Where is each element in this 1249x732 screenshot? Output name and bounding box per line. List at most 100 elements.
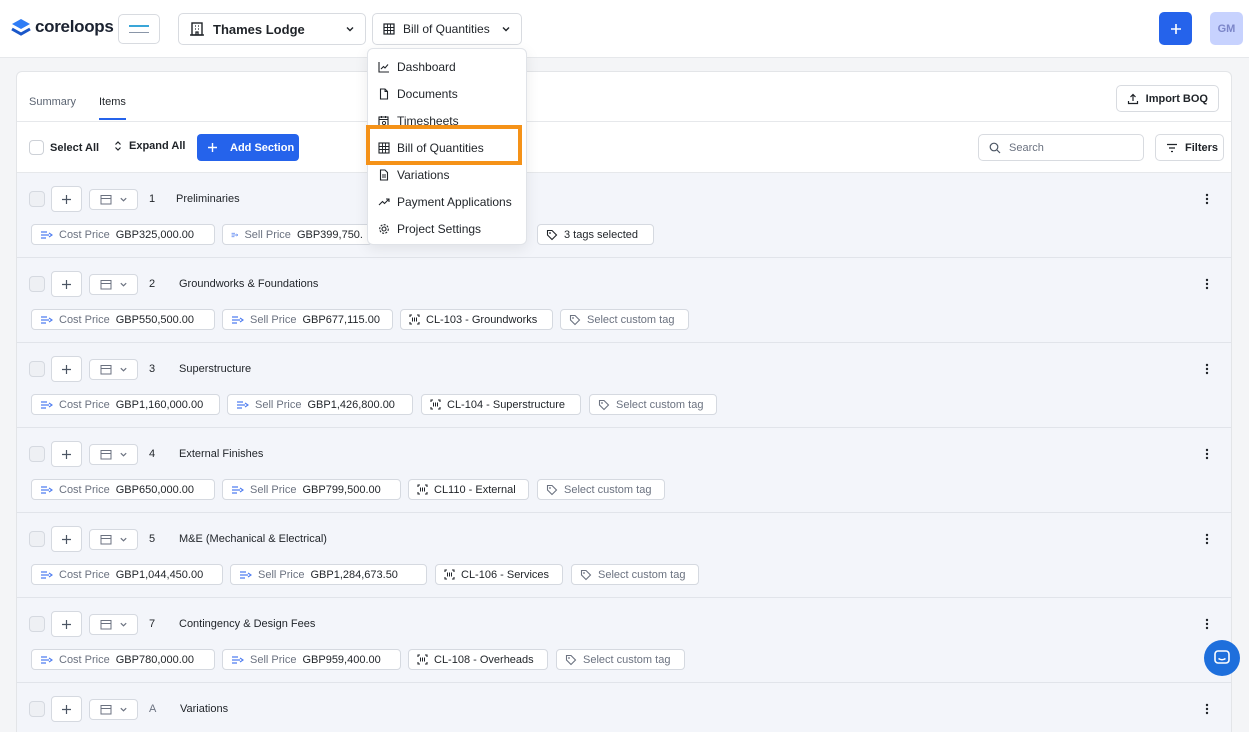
section-number: 7 xyxy=(149,618,156,630)
expand-all-button[interactable]: Expand All xyxy=(113,140,185,152)
import-boq-button[interactable]: Import BOQ xyxy=(1115,85,1219,112)
more-vertical-icon[interactable] xyxy=(1205,618,1209,630)
sell-price-chip[interactable]: Sell Price GBP1,426,800.00 xyxy=(227,394,413,415)
section-title[interactable]: Variations xyxy=(180,703,228,715)
section-title[interactable]: Superstructure xyxy=(179,363,251,375)
scan-icon xyxy=(430,399,441,410)
section-type-select[interactable] xyxy=(89,614,138,635)
section-title[interactable]: Groundworks & Foundations xyxy=(179,278,318,290)
section-type-select[interactable] xyxy=(89,699,138,720)
sell-price-chip[interactable]: Sell Price GBP959,400.00 xyxy=(222,649,401,670)
section-checkbox[interactable] xyxy=(29,531,45,547)
create-new-button[interactable] xyxy=(1159,12,1192,45)
module-select[interactable]: Bill of Quantities xyxy=(372,13,522,45)
coreloops-logo[interactable]: coreloops xyxy=(10,17,114,37)
menu-item-project-settings[interactable]: Project Settings xyxy=(368,215,526,242)
cost-code-chip[interactable]: CL-104 - Superstructure xyxy=(421,394,581,415)
section-type-select[interactable] xyxy=(89,189,138,210)
cost-code-chip[interactable]: CL110 - External xyxy=(408,479,529,500)
filters-button[interactable]: Filters xyxy=(1155,134,1224,161)
add-section-button[interactable]: Add Section xyxy=(197,134,299,161)
sell-price-value: GBP959,400.00 xyxy=(302,653,381,666)
cost-code-chip[interactable]: CL-108 - Overheads xyxy=(408,649,548,670)
brand-name: coreloops xyxy=(35,17,114,36)
organisation-logo-button[interactable] xyxy=(118,14,160,44)
sell-price-chip[interactable]: Sell Price GBP799,500.00 xyxy=(222,479,401,500)
cost-price-chip[interactable]: Cost Price GBP1,160,000.00 xyxy=(31,394,220,415)
section-type-select[interactable] xyxy=(89,359,138,380)
section-row: 4 External Finishes Cost Price GBP650,00… xyxy=(17,428,1231,513)
sell-price-chip[interactable]: Sell Price GBP1,284,673.50 xyxy=(230,564,427,585)
custom-tag-chip[interactable]: Select custom tag xyxy=(537,479,665,500)
cost-code-value: CL-108 - Overheads xyxy=(434,653,534,666)
tag-icon xyxy=(565,654,577,665)
add-item-button[interactable] xyxy=(51,696,82,722)
cost-price-chip[interactable]: Cost Price GBP650,000.00 xyxy=(31,479,215,500)
cost-price-value: GBP1,044,450.00 xyxy=(115,568,204,581)
chevron-down-icon xyxy=(119,282,127,287)
plus-icon xyxy=(62,194,71,204)
cost-price-chip[interactable]: Cost Price GBP780,000.00 xyxy=(31,649,215,670)
custom-tag-chip[interactable]: Select custom tag xyxy=(571,564,699,585)
price-list-icon xyxy=(237,400,249,409)
menu-item-payment-applications[interactable]: Payment Applications xyxy=(368,188,526,215)
menu-item-dashboard[interactable]: Dashboard xyxy=(368,53,526,80)
section-checkbox[interactable] xyxy=(29,276,45,292)
add-item-button[interactable] xyxy=(51,356,82,382)
add-item-button[interactable] xyxy=(51,526,82,552)
menu-item-label: Payment Applications xyxy=(397,194,512,209)
cost-price-label: Cost Price xyxy=(59,568,110,581)
menu-item-variations[interactable]: Variations xyxy=(368,161,526,188)
project-select[interactable]: Thames Lodge xyxy=(178,13,366,45)
custom-tag-chip[interactable]: Select custom tag xyxy=(560,309,689,330)
custom-tag-chip[interactable]: 3 tags selected xyxy=(537,224,654,245)
section-title[interactable]: External Finishes xyxy=(179,448,263,460)
sell-price-chip[interactable]: Sell Price GBP399,750. xyxy=(222,224,372,245)
more-vertical-icon[interactable] xyxy=(1205,278,1209,290)
cost-price-chip[interactable]: Cost Price GBP550,500.00 xyxy=(31,309,215,330)
more-vertical-icon[interactable] xyxy=(1205,448,1209,460)
price-list-icon xyxy=(41,485,53,494)
tab-summary[interactable]: Summary xyxy=(29,96,76,120)
more-vertical-icon[interactable] xyxy=(1205,193,1209,205)
cost-code-chip[interactable]: CL-106 - Services xyxy=(435,564,563,585)
custom-tag-chip[interactable]: Select custom tag xyxy=(556,649,685,670)
section-checkbox[interactable] xyxy=(29,191,45,207)
user-avatar[interactable]: GM xyxy=(1210,12,1243,45)
section-checkbox[interactable] xyxy=(29,616,45,632)
section-type-select[interactable] xyxy=(89,444,138,465)
add-item-button[interactable] xyxy=(51,611,82,637)
section-type-select[interactable] xyxy=(89,529,138,550)
file-text-icon xyxy=(379,168,389,181)
section-checkbox[interactable] xyxy=(29,361,45,377)
table-icon xyxy=(383,23,395,35)
add-item-button[interactable] xyxy=(51,441,82,467)
cost-code-chip[interactable]: CL-103 - Groundworks xyxy=(400,309,553,330)
more-vertical-icon[interactable] xyxy=(1205,533,1209,545)
search-input[interactable]: Search xyxy=(978,134,1144,161)
cost-price-chip[interactable]: Cost Price GBP325,000.00 xyxy=(31,224,215,245)
add-item-button[interactable] xyxy=(51,271,82,297)
section-checkbox[interactable] xyxy=(29,446,45,462)
module-select-value: Bill of Quantities xyxy=(403,22,490,36)
chat-widget-button[interactable] xyxy=(1204,640,1240,676)
section-checkbox[interactable] xyxy=(29,701,45,717)
section-type-select[interactable] xyxy=(89,274,138,295)
sell-price-chip[interactable]: Sell Price GBP677,115.00 xyxy=(222,309,393,330)
cost-price-chip[interactable]: Cost Price GBP1,044,450.00 xyxy=(31,564,223,585)
section-title[interactable]: Contingency & Design Fees xyxy=(179,618,315,630)
calendar-icon xyxy=(100,195,111,205)
boq-panel: Summary Items Import BOQ Select All Expa… xyxy=(16,71,1232,732)
section-title[interactable]: M&E (Mechanical & Electrical) xyxy=(179,533,327,545)
select-all-checkbox[interactable] xyxy=(29,140,44,155)
select-all-control[interactable]: Select All xyxy=(29,140,99,155)
tab-items[interactable]: Items xyxy=(99,96,126,120)
more-vertical-icon[interactable] xyxy=(1205,703,1209,715)
section-title[interactable]: Preliminaries xyxy=(176,193,240,205)
add-item-button[interactable] xyxy=(51,186,82,212)
more-vertical-icon[interactable] xyxy=(1205,363,1209,375)
custom-tag-chip[interactable]: Select custom tag xyxy=(589,394,717,415)
scan-icon xyxy=(444,569,455,580)
menu-item-documents[interactable]: Documents xyxy=(368,80,526,107)
cost-price-value: GBP650,000.00 xyxy=(115,483,195,496)
